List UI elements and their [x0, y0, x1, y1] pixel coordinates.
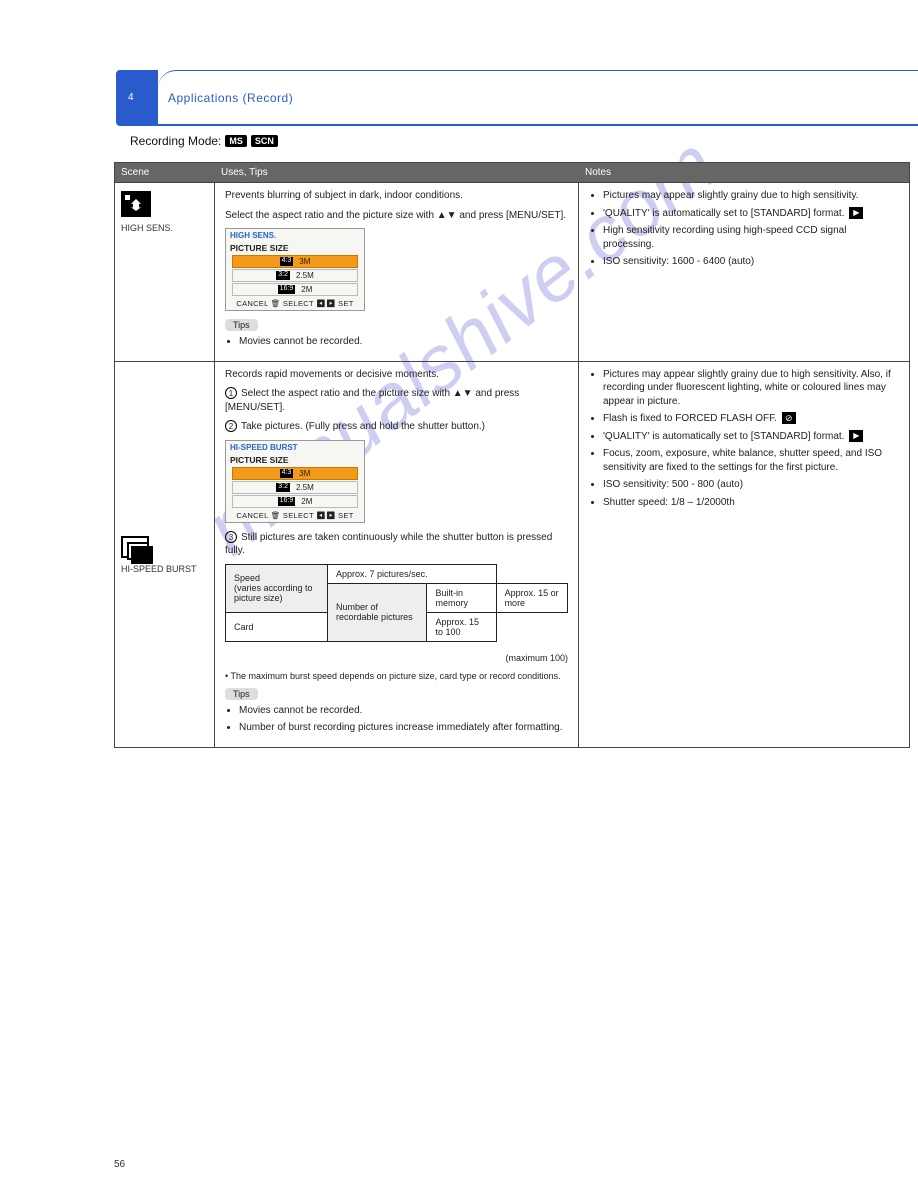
note-item: Shutter speed: 1/8 – 1/2000th — [603, 496, 899, 510]
spec-card-value: Approx. 15 to 100 — [427, 612, 496, 641]
uses-text: Prevents blurring of subject in dark, in… — [225, 189, 568, 203]
note-item: Flash is fixed to FORCED FLASH OFF. — [603, 412, 899, 426]
lcd-option: 4:33M — [232, 255, 358, 268]
page-number: 56 — [114, 1159, 125, 1170]
lcd-option: 3:22.5M — [232, 481, 358, 494]
step-1: 1Select the aspect ratio and the picture… — [225, 387, 568, 414]
step-2: 2Take pictures. (Fully press and hold th… — [225, 420, 568, 434]
spec-builtin-label: Built-in memory — [427, 583, 496, 612]
lcd-footer: CANCEL 🗑 SELECT ◀▶ SET — [226, 509, 364, 522]
flash-off-icon — [782, 412, 796, 424]
note-item: 'QUALITY' is automatically set to [STAND… — [603, 430, 899, 444]
scene-table: Scene Uses, Tips Notes HIGH SENS. Preven… — [114, 162, 910, 748]
col-scene: Scene — [115, 163, 215, 182]
section-number: 4 — [128, 92, 134, 103]
page-header: Applications (Record) — [158, 70, 918, 126]
uses-text: Records rapid movements or decisive mome… — [225, 368, 568, 382]
high-sens-icon — [121, 191, 151, 217]
lcd-option: 16:92M — [232, 495, 358, 508]
lcd-option: 3:22.5M — [232, 269, 358, 282]
spec-builtin-value: Approx. 15 or more — [496, 583, 567, 612]
format-icon — [849, 207, 863, 219]
tip-item: Number of burst recording pictures incre… — [239, 721, 568, 735]
lcd-option: 4:33M — [232, 467, 358, 480]
recording-mode-label: Recording Mode: — [130, 134, 221, 148]
tip-item: Movies cannot be recorded. — [239, 704, 568, 718]
table-header-row: Scene Uses, Tips Notes — [115, 163, 909, 182]
lcd-footer: CANCEL 🗑 SELECT ◀▶ SET — [226, 297, 364, 310]
tip-item: Movies cannot be recorded. — [239, 335, 568, 349]
col-notes: Notes — [579, 163, 909, 182]
note-item: Pictures may appear slightly grainy due … — [603, 368, 899, 409]
mode-badge-ms: MS — [225, 135, 247, 147]
tips-badge: Tips — [225, 319, 258, 331]
note-item: ISO sensitivity: 1600 - 6400 (auto) — [603, 255, 899, 269]
spec-card-label: Card — [226, 612, 328, 641]
note-item: Focus, zoom, exposure, white balance, sh… — [603, 447, 899, 474]
note-item: ISO sensitivity: 500 - 800 (auto) — [603, 478, 899, 492]
spec-count-label: Number of recordable pictures — [328, 583, 427, 641]
section-tab — [116, 70, 158, 126]
note-item: Pictures may appear slightly grainy due … — [603, 189, 899, 203]
lcd-title: PICTURE SIZE — [226, 454, 364, 466]
lcd-title: PICTURE SIZE — [226, 242, 364, 254]
note-item: 'QUALITY' is automatically set to [STAND… — [603, 207, 899, 221]
lcd-preview-burst: HI-SPEED BURST PICTURE SIZE 4:33M 3:22.5… — [225, 440, 365, 523]
spec-speed-value: Approx. 7 pictures/sec. — [328, 564, 497, 583]
burst-icon — [121, 536, 149, 558]
spec-footnote: • The maximum burst speed depends on pic… — [225, 670, 568, 682]
step-3: 3Still pictures are taken continuously w… — [225, 531, 568, 558]
note-item: High sensitivity recording using high-sp… — [603, 224, 899, 251]
spec-max-note: (maximum 100) — [225, 652, 568, 664]
col-uses: Uses, Tips — [215, 163, 579, 182]
scene-label: HI-SPEED BURST — [121, 564, 208, 574]
lcd-option: 16:92M — [232, 283, 358, 296]
tips-badge: Tips — [225, 688, 258, 700]
page-title: Applications (Record) — [168, 91, 293, 105]
mode-badge-scn: SCN — [251, 135, 278, 147]
lcd-mode: HIGH SENS. — [226, 229, 364, 242]
lcd-mode: HI-SPEED BURST — [226, 441, 364, 454]
lcd-preview-high-sens: HIGH SENS. PICTURE SIZE 4:33M 3:22.5M 16… — [225, 228, 365, 311]
recording-mode-line: Recording Mode: MS SCN — [130, 134, 278, 148]
spec-speed-label: Speed (varies according to picture size) — [226, 564, 328, 612]
uses-instruction: Select the aspect ratio and the picture … — [225, 209, 568, 223]
table-row: HI-SPEED BURST Records rapid movements o… — [115, 361, 909, 747]
burst-spec-table: Speed (varies according to picture size)… — [225, 564, 568, 642]
scene-label: HIGH SENS. — [121, 223, 208, 233]
table-row: HIGH SENS. Prevents blurring of subject … — [115, 182, 909, 361]
format-icon — [849, 430, 863, 442]
